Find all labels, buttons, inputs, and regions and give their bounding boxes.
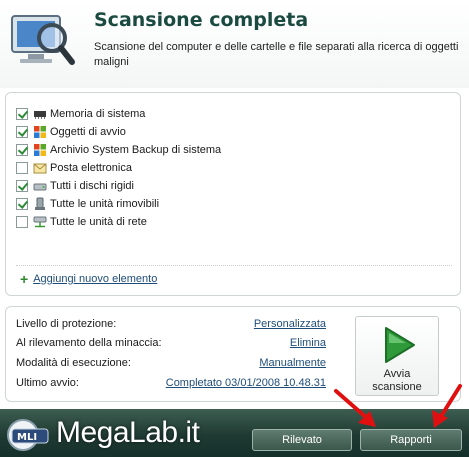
network-drive-icon	[33, 216, 47, 228]
setting-row-last-run: Ultimo avvio: Completato 03/01/2008 10.4…	[16, 377, 326, 391]
scan-object-label: Tutti i dischi rigidi	[50, 180, 134, 192]
scan-object-row[interactable]: Tutti i dischi rigidi	[16, 177, 221, 195]
scan-object-label: Archivio System Backup di sistema	[50, 144, 222, 156]
setting-label: Modalità di esecuzione:	[16, 357, 131, 369]
scan-object-row[interactable]: Memoria di sistema	[16, 105, 221, 123]
last-run-link[interactable]: Completato 03/01/2008 10.48.31	[166, 377, 326, 389]
annotation-arrow-left	[334, 389, 376, 427]
page-subtitle: Scansione del computer e delle cartelle …	[94, 41, 459, 68]
protection-level-link[interactable]: Personalizzata	[254, 318, 326, 330]
header: Scansione completa Scansione del compute…	[0, 0, 469, 88]
removable-drive-icon	[35, 197, 45, 210]
mail-icon	[33, 163, 47, 174]
setting-label: Ultimo avvio:	[16, 377, 79, 389]
hard-disk-icon	[33, 183, 47, 191]
scan-object-checkbox[interactable]	[16, 198, 28, 210]
windows-flag-icon	[34, 144, 46, 156]
plus-icon: +	[20, 271, 29, 287]
setting-label: Al rilevamento della minaccia:	[16, 337, 162, 349]
scan-object-checkbox[interactable]	[16, 108, 28, 120]
play-icon	[385, 327, 415, 363]
scan-object-checkbox[interactable]	[16, 126, 28, 138]
scan-object-label: Tutte le unità di rete	[50, 216, 147, 228]
page-title: Scansione completa	[94, 9, 309, 31]
scan-object-list: Memoria di sistema Oggetti di avvio Arch…	[16, 105, 221, 231]
run-mode-link[interactable]: Manualmente	[259, 357, 326, 369]
start-scan-label-line1: Avvia	[383, 368, 411, 380]
scan-object-checkbox[interactable]	[16, 216, 28, 228]
memory-chip-icon	[34, 111, 46, 119]
scan-object-row[interactable]: Oggetti di avvio	[16, 123, 221, 141]
scan-object-checkbox[interactable]	[16, 144, 28, 156]
scan-object-label: Memoria di sistema	[50, 108, 146, 120]
scan-object-row[interactable]: Tutte le unità rimovibili	[16, 195, 221, 213]
megalab-logo: MLI MegaLab.it	[4, 413, 214, 455]
scan-object-label: Posta elettronica	[50, 162, 132, 174]
scan-objects-panel: Memoria di sistema Oggetti di avvio Arch…	[5, 92, 461, 296]
scan-object-row[interactable]: Tutte le unità di rete	[16, 213, 221, 231]
svg-text:MLI: MLI	[17, 432, 37, 443]
footer-bar: MLI MegaLab.it Rilevato Rapporti	[0, 409, 469, 457]
divider	[16, 265, 452, 266]
reports-button[interactable]: Rapporti	[360, 429, 462, 451]
scan-object-label: Tutte le unità rimovibili	[50, 198, 160, 210]
add-item-link[interactable]: Aggiungi nuovo elemento	[33, 273, 157, 285]
megalab-badge-icon: MLI	[7, 419, 49, 451]
setting-row-protection-level: Livello di protezione: Personalizzata	[16, 318, 326, 332]
add-item-row[interactable]: + Aggiungi nuovo elemento	[20, 271, 157, 287]
detected-button[interactable]: Rilevato	[252, 429, 352, 451]
setting-row-run-mode: Modalità di esecuzione: Manualmente	[16, 357, 326, 371]
setting-row-on-detection: Al rilevamento della minaccia: Elimina	[16, 337, 326, 351]
scan-settings-panel: Livello di protezione: Personalizzata Al…	[5, 306, 461, 402]
scan-object-row[interactable]: Posta elettronica	[16, 159, 221, 177]
scan-object-checkbox[interactable]	[16, 162, 28, 174]
annotation-arrow-right	[432, 384, 462, 428]
scan-object-label: Oggetti di avvio	[50, 126, 126, 138]
on-detection-link[interactable]: Elimina	[290, 337, 326, 349]
scan-computer-magnifier-icon	[11, 15, 75, 65]
windows-flag-icon	[34, 126, 46, 138]
scan-object-row[interactable]: Archivio System Backup di sistema	[16, 141, 221, 159]
scan-object-checkbox[interactable]	[16, 180, 28, 192]
setting-label: Livello di protezione:	[16, 318, 117, 330]
logo-text: MegaLab.it	[56, 416, 200, 449]
